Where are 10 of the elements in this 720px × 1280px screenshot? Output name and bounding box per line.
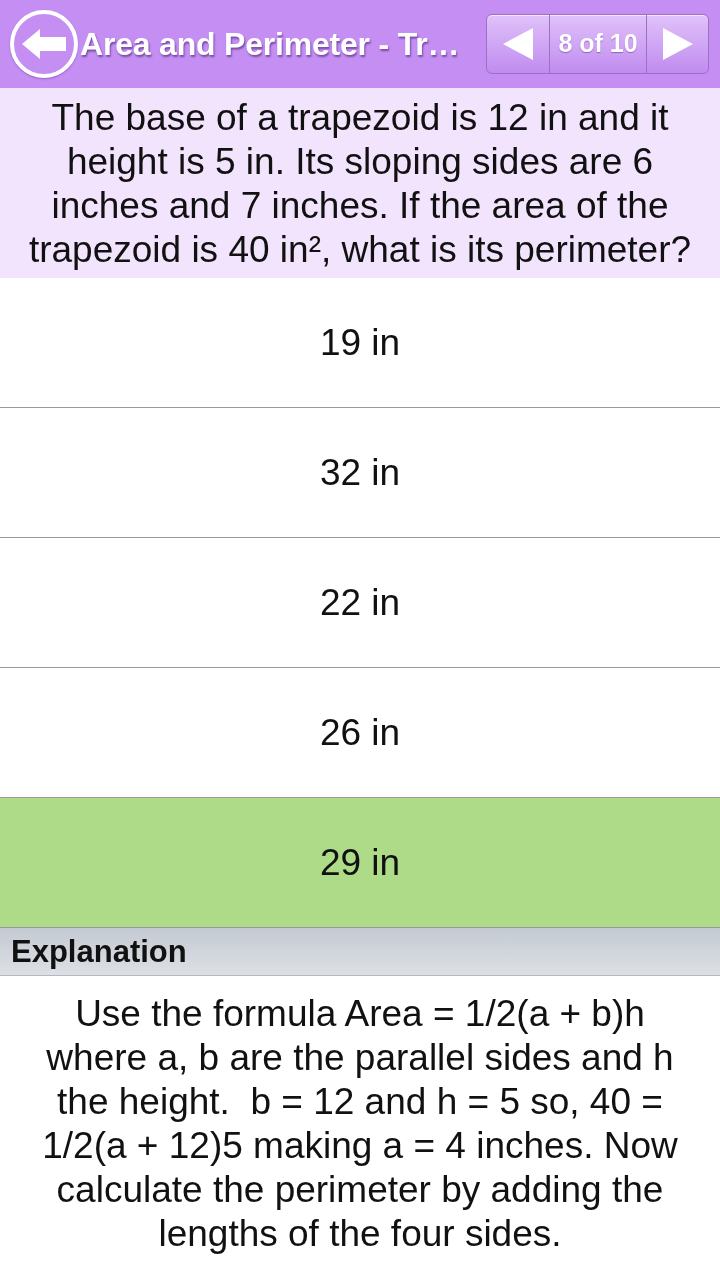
explanation-text: Use the formula Area = 1/2(a + b)h where a, b are the parallel sides and h the height. b = 12 and h = 5 so, 40 = 1/2(a + 12)5 making a = 4 inches. Now calculate the perimeter by adding the lengths of the four sides. — [41, 992, 679, 1256]
screen-title: Area and Perimeter - Tr… — [80, 24, 461, 64]
left-triangle-icon — [503, 28, 533, 60]
back-button[interactable] — [10, 10, 78, 78]
left-arrow-icon — [22, 29, 66, 59]
question-text: The base of a trapezoid is 12 in and it height is 5 in. Its sloping sides are 6 inches and 7 inches. If the area of the trapezoid is 40 in², what is its perimeter? — [0, 88, 720, 278]
question-counter: 8 of 10 — [549, 15, 646, 73]
correct-answer-option[interactable]: 29 in — [0, 798, 720, 928]
right-triangle-icon — [662, 28, 693, 60]
explanation-heading: Explanation — [0, 928, 720, 976]
